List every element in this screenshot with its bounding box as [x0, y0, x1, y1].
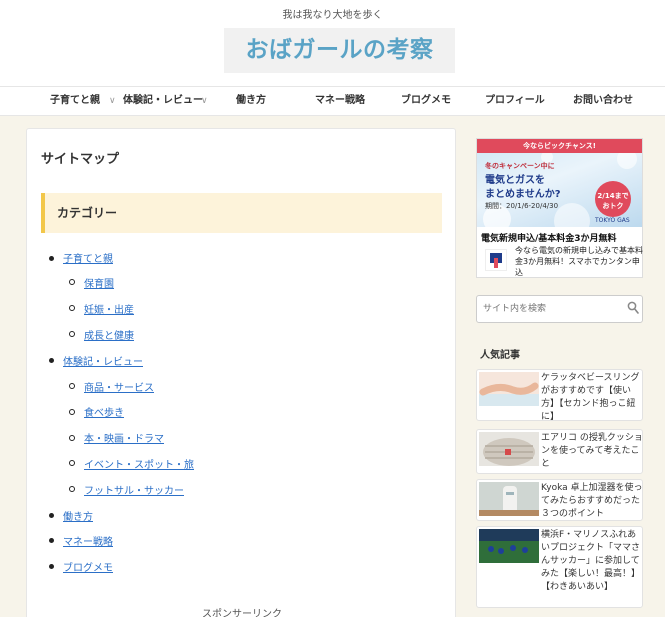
list-item[interactable]: イベント・スポット・旅 [84, 456, 194, 471]
humidifier-photo-icon [479, 482, 539, 516]
category-link-pregnancy[interactable]: 妊娠・出産 [84, 305, 134, 316]
ad-banner-image[interactable]: 今ならビックチャンス! 冬のキャンペーン中に 電気とガスを まとめませんか? 期… [477, 139, 642, 227]
post-thumbnail[interactable] [479, 529, 539, 563]
popular-post-title[interactable]: エアリコ の授乳クッションを使ってみて考えたこと [541, 432, 643, 471]
ad-top-text: 今ならビックチャンス! [523, 142, 596, 150]
popular-post-item[interactable]: ケラッタベビースリングがおすすめです【使い方】【セカンド抱っこ紐に】 [476, 369, 643, 424]
list-bullet [69, 460, 75, 466]
post-thumbnail[interactable] [479, 372, 539, 406]
list-bullet [69, 279, 75, 285]
logo-mark [494, 258, 498, 268]
nav-item-reviews[interactable]: 体験記・レビュー [123, 87, 203, 115]
list-item[interactable]: 本・映画・ドラマ [84, 430, 164, 445]
cushion-photo-icon [479, 432, 539, 466]
ad-copy-line: 冬のキャンペーン中に [485, 162, 555, 170]
site-logo[interactable]: おばガールの考察 [224, 28, 455, 73]
popular-post-title[interactable]: 横浜F・マリノスふれあいプロジェクト「ママさんサッカー」に参加してみた【楽しい！… [541, 529, 643, 594]
popular-posts-title: 人気記事 [480, 350, 520, 361]
popular-post-title[interactable]: Kyoka 卓上加湿器を使ってみたらおすすめだった３つのポイント [541, 482, 643, 521]
ad-headline[interactable]: 電気新規申込/基本料金3か月無料 [481, 231, 617, 244]
chevron-down-icon[interactable]: ∨ [201, 87, 208, 115]
list-bullet [49, 513, 54, 518]
list-bullet [69, 331, 75, 337]
category-link-blog-memo[interactable]: ブログメモ [63, 563, 113, 574]
nav-item-work[interactable]: 働き方 [236, 87, 266, 115]
popular-post-item[interactable]: Kyoka 卓上加湿器を使ってみたらおすすめだった３つのポイント [476, 479, 643, 521]
list-bullet [49, 538, 54, 543]
category-link-growth-health[interactable]: 成長と健康 [84, 331, 134, 342]
ad-brand: TOKYO GAS [595, 217, 630, 224]
post-thumbnail[interactable] [479, 482, 539, 516]
list-item[interactable]: 保育園 [84, 275, 114, 290]
post-thumbnail[interactable] [479, 432, 539, 466]
search-icon[interactable] [627, 301, 639, 315]
popular-post-item[interactable]: エアリコ の授乳クッションを使ってみて考えたこと [476, 429, 643, 474]
list-item[interactable]: 食べ歩き [84, 404, 124, 419]
nav-item-contact[interactable]: お問い合わせ [573, 87, 633, 115]
soccer-photo-icon [479, 529, 539, 563]
popular-post-item[interactable]: 横浜F・マリノスふれあいプロジェクト「ママさんサッカー」に参加してみた【楽しい！… [476, 526, 643, 608]
ad-copy-line: まとめませんか? [485, 189, 561, 200]
list-bullet [69, 409, 75, 415]
sidebar-ad[interactable]: 今ならビックチャンス! 冬のキャンペーン中に 電気とガスを まとめませんか? 期… [476, 138, 643, 278]
nav-item-profile[interactable]: プロフィール [485, 87, 545, 115]
list-bullet [69, 486, 75, 492]
category-heading-box: カテゴリー [41, 193, 442, 233]
category-link-events-travel[interactable]: イベント・スポット・旅 [84, 460, 194, 471]
tokyo-gas-logo-icon [485, 249, 507, 271]
category-link-money[interactable]: マネー戦略 [63, 537, 113, 548]
nav-item-money[interactable]: マネー戦略 [315, 87, 365, 115]
site-header: 我は我なり大地を歩く おばガールの考察 [0, 0, 665, 86]
category-link-products[interactable]: 商品・サービス [84, 383, 154, 394]
list-item[interactable]: 子育てと親 [63, 250, 113, 265]
category-link-work[interactable]: 働き方 [63, 512, 93, 523]
list-item[interactable]: 体験記・レビュー [63, 353, 143, 368]
list-item[interactable]: フットサル・サッカー [84, 482, 184, 497]
category-link-futsal-soccer[interactable]: フットサル・サッカー [84, 486, 184, 497]
ad-period: 期間：20/1/6-20/4/30 [485, 202, 559, 210]
ad-copy-line: 電気とガスを [485, 175, 545, 186]
global-nav: 子育てと親 ∨ 体験記・レビュー ∨ 働き方 マネー戦略 ブログメモ プロフィー… [0, 86, 665, 116]
chevron-down-icon[interactable]: ∨ [109, 87, 116, 115]
category-link-reviews[interactable]: 体験記・レビュー [63, 357, 143, 368]
search-input[interactable] [477, 296, 622, 322]
category-heading: カテゴリー [57, 206, 118, 220]
nav-item-blog-memo[interactable]: ブログメモ [401, 87, 451, 115]
list-bullet [49, 564, 54, 569]
nav-item-childcare[interactable]: 子育てと親 [50, 87, 100, 115]
search-box [476, 295, 643, 323]
list-item[interactable]: 妊娠・出産 [84, 301, 134, 316]
hands-photo-icon [479, 372, 539, 406]
list-item[interactable]: 成長と健康 [84, 327, 134, 342]
category-link-childcare[interactable]: 子育てと親 [63, 254, 113, 265]
page-title: サイトマップ [41, 152, 120, 167]
sponsor-label: スポンサーリンク [202, 609, 282, 617]
site-title[interactable]: おばガールの考察 [224, 28, 455, 73]
list-item[interactable]: 商品・サービス [84, 379, 154, 394]
main-content: サイトマップ カテゴリー 子育てと親 保育園 妊娠・出産 成長と健康 体験記・レ… [26, 128, 456, 617]
ad-description[interactable]: 今なら電気の新規申し込みで基本料金3か月無料！スマホでカンタン申込 [515, 245, 643, 278]
list-item[interactable]: 働き方 [63, 508, 93, 523]
site-tagline: 我は我なり大地を歩く [282, 10, 383, 21]
popular-post-title[interactable]: ケラッタベビースリングがおすすめです【使い方】【セカンド抱っこ紐に】 [541, 372, 643, 424]
category-link-books-movies[interactable]: 本・映画・ドラマ [84, 434, 164, 445]
list-bullet [69, 435, 75, 441]
list-bullet [49, 358, 54, 363]
category-link-nursery[interactable]: 保育園 [84, 279, 114, 290]
category-link-food[interactable]: 食べ歩き [84, 408, 124, 419]
list-item[interactable]: ブログメモ [63, 559, 113, 574]
list-bullet [69, 383, 75, 389]
ad-badge-text: 2/14まで おトク [597, 192, 629, 210]
list-item[interactable]: マネー戦略 [63, 533, 113, 548]
list-bullet [49, 256, 54, 261]
list-bullet [69, 305, 75, 311]
